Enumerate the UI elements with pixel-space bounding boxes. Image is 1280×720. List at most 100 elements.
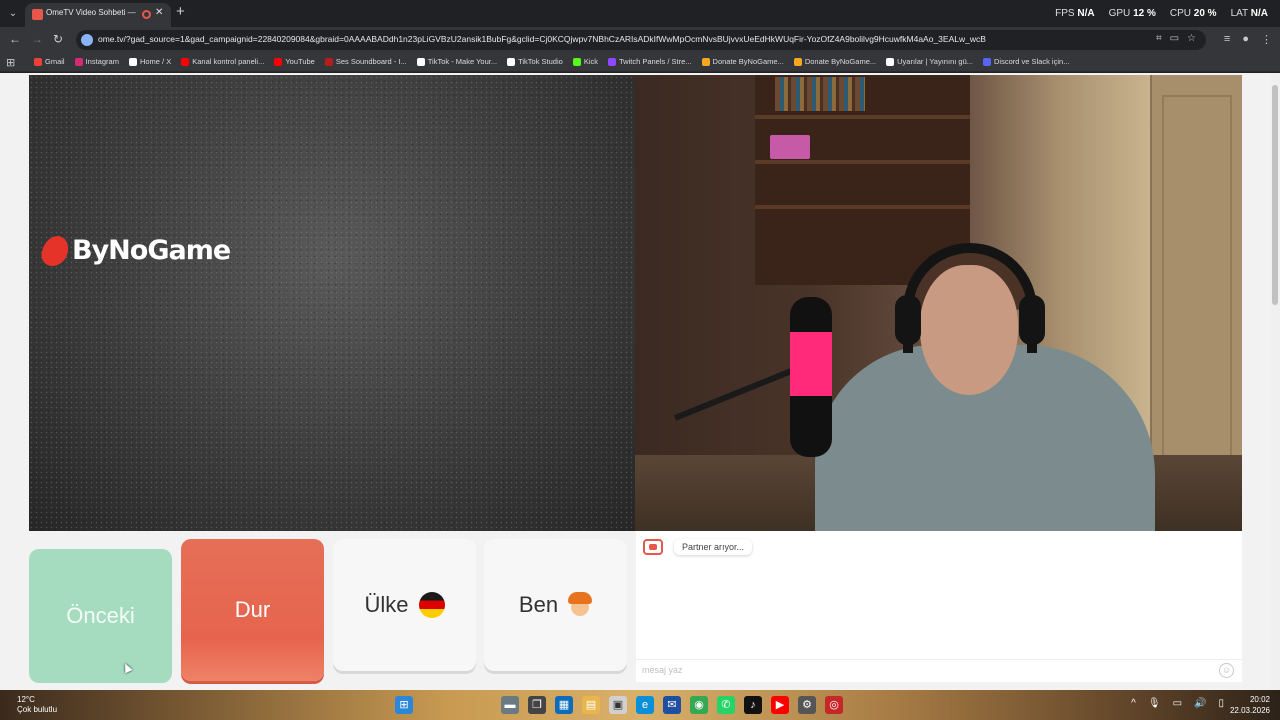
country-button[interactable]: Ülke [333,539,476,671]
profile-icon[interactable]: ● [1242,33,1249,46]
system-tray: ^ 🎙 ▭ 🔊 ▯ [1131,698,1224,709]
bookmark-item[interactable]: Twitch Panels / Stre... [608,57,692,66]
youtube-icon[interactable]: ▶ [771,696,789,714]
germany-flag-icon [418,592,445,618]
mail-icon[interactable]: ✉ [663,696,681,714]
browser-toolbar: ← → ↻ ome.tv/?gad_source=1&gad_campaigni… [0,27,1280,53]
car-app-icon[interactable]: ▬ [501,696,519,714]
emoji-picker-icon[interactable]: ☺ [1219,663,1234,678]
bookmark-label: TikTok - Make Your... [427,57,498,66]
tab-strip: ⌄ OmeTV Video Sohbeti — O ✕ + FPS N/A GP… [0,0,1280,27]
weather-desc: Çok bulutlu [17,705,58,714]
ometv-page: ByNoGame Önceki Dur Ülke Ben Partner arı… [0,73,1280,690]
bookmark-label: Gmail [45,57,65,66]
boy-emoji-icon [568,592,593,618]
page-scrollbar[interactable] [1270,73,1280,690]
bookmark-item[interactable]: TikTok - Make Your... [416,57,498,66]
whatsapp-icon[interactable]: ✆ [717,696,735,714]
bookmark-favicon-icon [74,57,83,66]
network-icon[interactable]: ▭ [1173,698,1182,709]
bookmark-item[interactable]: TikTok Studio [507,57,563,66]
chat-input-bar: ☺ [636,659,1242,681]
bookmark-item[interactable]: Donate ByNoGame... [701,57,784,66]
bookmark-favicon-icon [128,57,137,66]
browser-menu-icon[interactable]: ⋮ [1261,33,1272,46]
message-input[interactable] [642,665,1202,675]
country-label: Ülke [364,592,409,617]
chrome-icon[interactable]: ◉ [690,696,708,714]
me-label: Ben [518,592,559,617]
stat-cpu: CPU 20 % [1169,8,1217,19]
bookmark-item[interactable]: YouTube [274,57,315,66]
stop-button[interactable]: Dur [181,539,324,681]
bookmark-favicon-icon [886,57,895,66]
chat-panel: Partner arıyor... ☺ [636,531,1242,682]
colorful-box [770,135,810,159]
books [775,77,865,111]
stat-gpu: GPU 12 % [1108,8,1156,19]
previous-button[interactable]: Önceki [29,549,172,683]
search-box[interactable] [422,696,492,714]
bookmark-label: Donate ByNoGame... [712,57,784,66]
me-button[interactable]: Ben [484,539,627,671]
bookmark-item[interactable]: Instagram [74,57,119,66]
bookmark-label: Kanal kontrol paneli... [192,57,265,66]
store-icon[interactable]: ▣ [609,696,627,714]
bookmark-item[interactable]: Donate ByNoGame... [793,57,876,66]
bookmark-favicon-icon [793,57,802,66]
apps-grid-icon[interactable]: ⊞ [6,56,15,69]
bookmark-star-icon[interactable]: ☆ [1187,33,1196,44]
clock-time: 20:02 [1249,695,1270,704]
back-icon[interactable]: ← [9,32,21,46]
tab-search-icon[interactable]: ⌄ [4,5,22,23]
translate-icon[interactable]: ⌗ [1156,33,1162,44]
cast-icon[interactable]: ▭ [1170,33,1179,44]
obs-icon[interactable]: ◎ [825,696,843,714]
partner-video: ByNoGame [29,75,635,531]
stop-label: Dur [234,597,271,622]
volume-icon[interactable]: 🔊 [1194,698,1206,709]
windows-taskbar: 12°C Çok bulutlu ⊞ ▬ ❐ ▦ ▤ ▣ e ✉ ◉ ✆ ♪ ▶… [0,690,1280,720]
bookmark-label: Instagram [85,57,119,66]
bookmark-label: Discord ve Slack için... [994,57,1070,66]
settings-gear-icon[interactable]: ⚙ [798,696,816,714]
site-info-icon[interactable] [81,34,93,46]
tray-chevron-icon[interactable]: ^ [1131,698,1136,709]
microphone [790,297,832,457]
chat-status-message: Partner arıyor... [674,539,753,555]
taskbar-clock[interactable]: 20:02 22.03.2026 [1230,694,1270,716]
bookmark-item[interactable]: Home / X [128,57,171,66]
bookmark-item[interactable]: Gmail [34,57,65,66]
url-text[interactable]: ome.tv/?gad_source=1&gad_campaignid=2284… [98,34,1108,44]
reload-icon[interactable]: ↻ [53,32,63,46]
widgets-icon[interactable]: ▦ [555,696,573,714]
bookmark-item[interactable]: Discord ve Slack için... [983,57,1069,66]
extensions-icon[interactable]: ≡ [1224,33,1230,46]
clock-date: 22.03.2026 [1229,706,1270,715]
weather-widget[interactable]: 12°C Çok bulutlu [17,695,57,715]
close-tab-icon[interactable]: ✕ [155,7,163,18]
file-explorer-icon[interactable]: ▤ [582,696,600,714]
weather-temp: 12°C [17,695,35,704]
ometv-favicon-icon [32,9,43,20]
address-bar[interactable]: ome.tv/?gad_source=1&gad_campaignid=2284… [76,30,1206,50]
edge-icon[interactable]: e [636,696,654,714]
bookmark-favicon-icon [701,57,710,66]
bookmark-item[interactable]: Ses Soundboard - I... [324,57,407,66]
start-icon[interactable]: ⊞ [395,696,413,714]
battery-icon[interactable]: ▯ [1218,698,1224,709]
bookmark-label: TikTok Studio [518,57,563,66]
tiktok-icon[interactable]: ♪ [744,696,762,714]
bookmark-item[interactable]: Uyarılar | Yayınını gü... [886,57,973,66]
forward-icon[interactable]: → [31,32,43,46]
new-tab-button[interactable]: + [176,3,185,20]
bookmark-favicon-icon [324,57,333,66]
static-noise [29,75,635,531]
bookmark-item[interactable]: Kanal kontrol paneli... [181,57,264,66]
task-view-icon[interactable]: ❐ [528,696,546,714]
bookmark-label: Ses Soundboard - I... [335,57,407,66]
bookmark-item[interactable]: Kick [572,57,598,66]
active-tab[interactable]: OmeTV Video Sohbeti — O ✕ [25,3,171,27]
microphone-tray-icon[interactable]: 🎙 [1148,698,1161,709]
previous-label: Önceki [66,603,135,628]
